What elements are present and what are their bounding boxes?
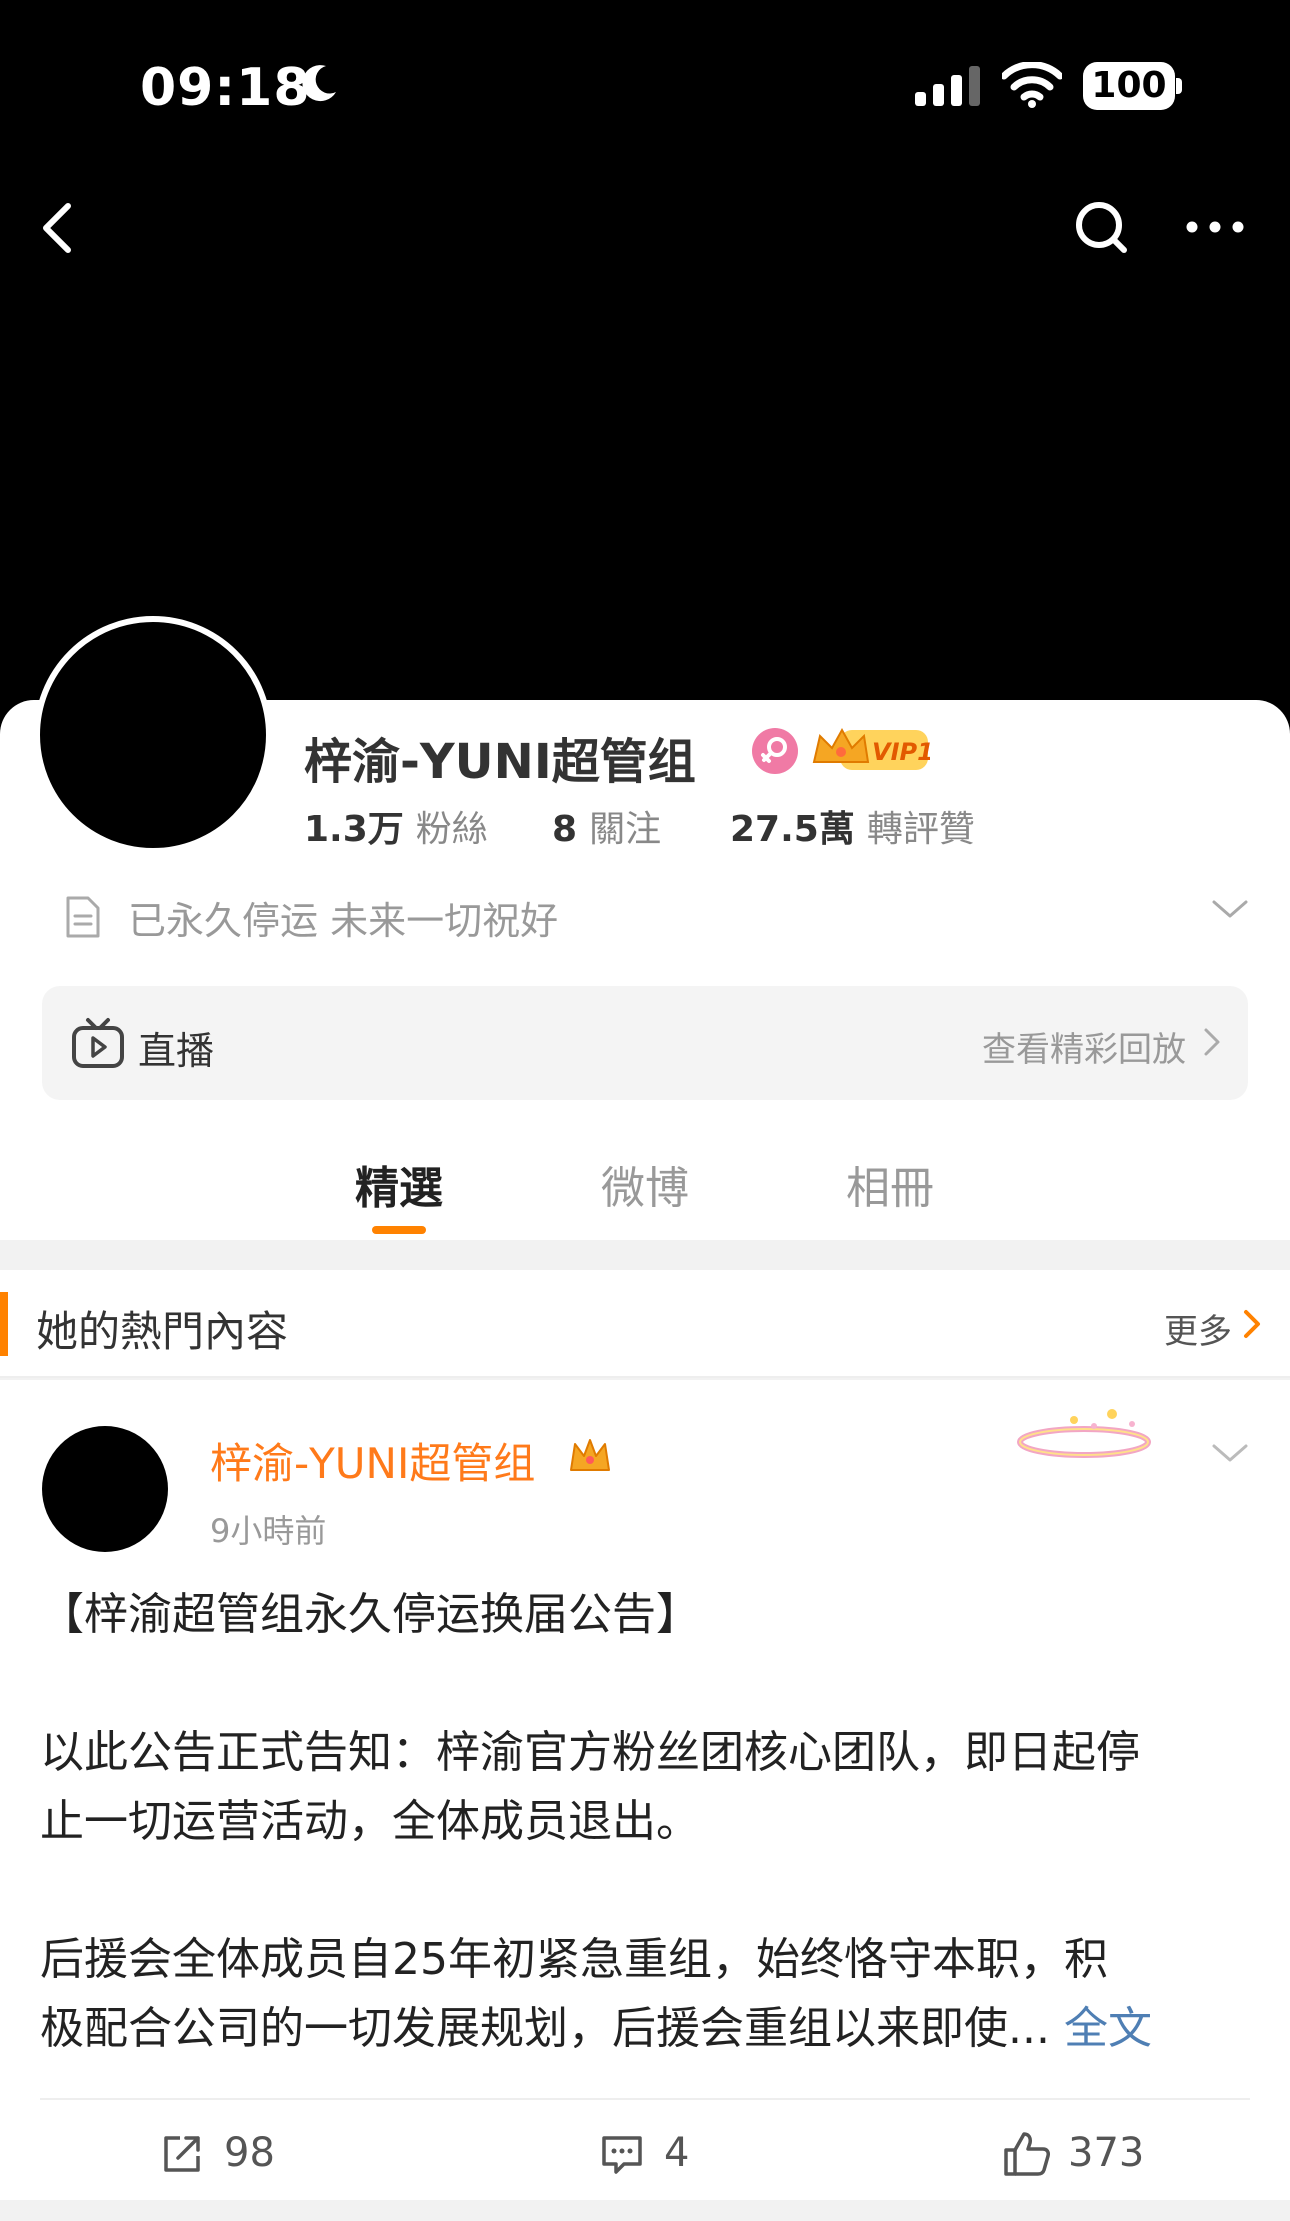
stat-engagement-value: 27.5萬 — [730, 809, 855, 850]
comment-icon — [602, 2136, 642, 2174]
post-text-line: 后援会全体成员自25年初紧急重组，始终恪守本职，积 — [40, 1934, 1108, 1985]
stat-fans-label: 粉絲 — [415, 809, 488, 850]
post-author-avatar[interactable] — [42, 1426, 168, 1552]
profile-bio[interactable]: 已永久停运 未来一切祝好 — [60, 888, 1250, 944]
post-body[interactable]: 【梓渝超管组永久停运换届公告】 以此公告正式告知：梓渝官方粉丝团核心团队，即日起… — [40, 1580, 1250, 2063]
live-stream-bar[interactable]: 直播 查看精彩回放 — [42, 986, 1248, 1100]
wifi-icon — [1002, 62, 1062, 108]
section-accent-bar — [0, 1292, 8, 1356]
chevron-right-icon[interactable] — [1242, 1308, 1262, 1340]
stat-engagement[interactable]: 27.5萬 轉評贊 — [730, 800, 975, 852]
status-time: 09:18 — [140, 58, 311, 118]
post-divider — [40, 2098, 1250, 2100]
profile-tabs: 精選 微博 相冊 — [0, 1130, 1290, 1240]
status-bar: 09:18 100 — [0, 0, 1290, 180]
profile-avatar[interactable] — [34, 616, 272, 854]
vip-crown-badge-icon[interactable]: VIP1 — [810, 722, 930, 776]
battery-tip — [1176, 78, 1182, 94]
repost-count: 98 — [224, 2130, 275, 2176]
sparkle-halo-decoration-icon — [1017, 1409, 1151, 1458]
tab-weibo[interactable]: 微博 — [565, 1152, 725, 1216]
comment-count: 4 — [664, 2130, 690, 2176]
crown-icon — [570, 1439, 610, 1471]
thumbs-up-icon — [1004, 2132, 1050, 2176]
post-blank-line — [40, 1856, 1250, 1925]
stat-fans[interactable]: 1.3万 粉絲 — [304, 800, 488, 852]
chevron-right-icon — [1204, 1028, 1220, 1056]
post-text-line: 止一切运营活动，全体成员退出。 — [40, 1796, 700, 1847]
stat-following-value: 8 — [552, 809, 578, 850]
cellular-signal-icon — [915, 66, 980, 106]
chevron-down-icon[interactable] — [1210, 894, 1250, 924]
stat-fans-value: 1.3万 — [304, 809, 404, 850]
post-author-name[interactable]: 梓渝-YUNI超管组 — [210, 1430, 535, 1491]
back-arrow-icon[interactable] — [28, 192, 98, 262]
live-replay-link[interactable]: 查看精彩回放 — [982, 1022, 1186, 1071]
female-gender-icon — [752, 728, 798, 774]
live-label: 直播 — [138, 1029, 215, 1073]
post-text-line: 以此公告正式告知：梓渝官方粉丝团核心团队，即日起停 — [40, 1727, 1140, 1778]
post-truncated-text: 极配合公司的一切发展规划，后援会重组以来即使... — [40, 2003, 1050, 2054]
vip-level-text: VIP1 — [872, 738, 930, 766]
stat-following-label: 關注 — [589, 809, 662, 850]
bio-text: 已永久停运 未来一切祝好 — [128, 899, 559, 943]
post-timestamp: 9小時前 — [210, 1512, 327, 1550]
full-text-link[interactable]: 全文 — [1064, 2003, 1152, 2054]
section-more-link[interactable]: 更多 — [1164, 1304, 1232, 1353]
tab-album[interactable]: 相冊 — [810, 1152, 970, 1216]
chevron-down-icon[interactable] — [1210, 1438, 1250, 1468]
hot-content-header: 她的熱門內容 更多 — [0, 1270, 1290, 1378]
like-count: 373 — [1068, 2130, 1145, 2176]
document-icon — [66, 896, 100, 938]
profile-name: 梓渝-YUNI超管组 — [304, 734, 696, 790]
active-tab-indicator — [372, 1226, 426, 1234]
more-options-icon[interactable] — [1180, 192, 1250, 262]
tab-featured[interactable]: 精選 — [319, 1152, 479, 1216]
search-icon[interactable] — [1066, 192, 1136, 262]
tv-live-icon — [72, 1018, 124, 1068]
post-text-line: 【梓渝超管组永久停运换届公告】 — [40, 1589, 700, 1640]
battery-indicator: 100 — [1083, 62, 1175, 110]
post-card: 梓渝-YUNI超管组 9小時前 【梓渝超管组永久停运换届公告】 以此公告正式告知… — [0, 1380, 1290, 2200]
moon-icon — [302, 65, 336, 102]
stat-engagement-label: 轉評贊 — [866, 809, 975, 850]
repost-icon — [164, 2136, 200, 2172]
section-title: 她的熱門內容 — [36, 1307, 289, 1356]
post-text-line-last: 极配合公司的一切发展规划，后援会重组以来即使... 全文 — [40, 1994, 1250, 2063]
post-blank-line — [40, 1649, 1250, 1718]
stat-following[interactable]: 8 關注 — [552, 800, 661, 852]
